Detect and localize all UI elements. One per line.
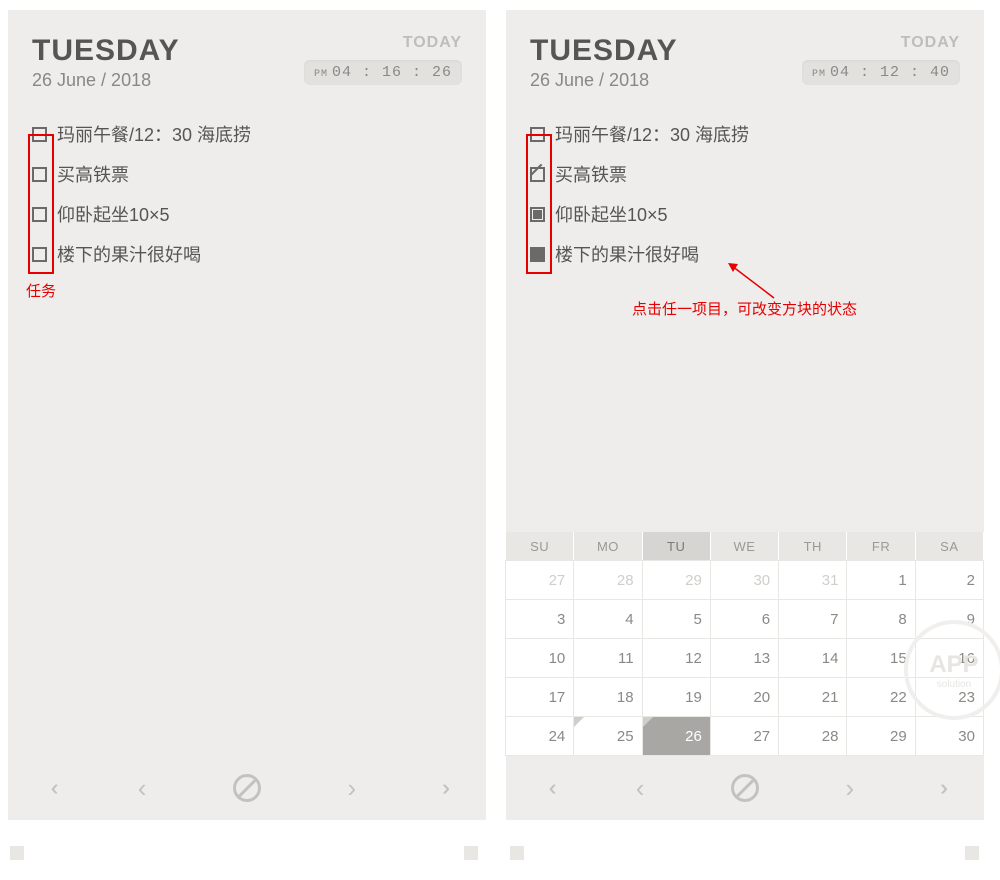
calendar-day[interactable]: 25 <box>573 716 642 756</box>
annotation-label: 任务 <box>26 280 56 301</box>
watermark-text: APP <box>929 651 978 679</box>
calendar-weekday: MO <box>574 532 642 561</box>
annotation-box <box>526 134 552 274</box>
nav-next-icon[interactable]: › <box>846 773 855 804</box>
header: TUESDAY 26 June / 2018 TODAY PM 04 : 16 … <box>8 10 486 99</box>
calendar-day[interactable]: 20 <box>710 677 779 717</box>
task-row[interactable]: 玛丽午餐/12：30 海底捞 <box>32 121 462 147</box>
calendar-day[interactable]: 3 <box>505 599 574 639</box>
calendar-day[interactable]: 6 <box>710 599 779 639</box>
watermark: APP solution <box>904 620 1000 720</box>
task-row[interactable]: 仰卧起坐10×5 <box>32 201 462 227</box>
annotation-box <box>28 134 54 274</box>
nav-prev-icon[interactable]: ‹ <box>636 773 645 804</box>
task-row[interactable]: 买高铁票 <box>32 161 462 187</box>
clock: PM 04 : 16 : 26 <box>304 60 462 85</box>
calendar-day[interactable]: 1 <box>846 560 915 600</box>
decorative-dot <box>510 846 524 860</box>
task-text: 楼下的果汁很好喝 <box>555 241 699 267</box>
annotation-label: 点击任一项目，可改变方块的状态 <box>632 298 857 319</box>
calendar-day[interactable]: 24 <box>505 716 574 756</box>
task-row[interactable]: 仰卧起坐10×5 <box>530 201 960 227</box>
calendar-day[interactable]: 26 <box>642 716 711 756</box>
calendar-day[interactable]: 7 <box>778 599 847 639</box>
decorative-dot <box>965 846 979 860</box>
calendar-day[interactable]: 27 <box>505 560 574 600</box>
calendar-weekday: SA <box>916 532 984 561</box>
calendar-day[interactable]: 28 <box>778 716 847 756</box>
calendar-day[interactable]: 30 <box>915 716 984 756</box>
calendar-day[interactable]: 11 <box>573 638 642 678</box>
calendar-day[interactable]: 2 <box>915 560 984 600</box>
calendar-day[interactable]: 14 <box>778 638 847 678</box>
task-text: 买高铁票 <box>555 161 627 187</box>
screen-right: TUESDAY 26 June / 2018 TODAY PM 04 : 12 … <box>506 10 984 820</box>
calendar-day[interactable]: 12 <box>642 638 711 678</box>
clock: PM 04 : 12 : 40 <box>802 60 960 85</box>
screen-left: TUESDAY 26 June / 2018 TODAY PM 04 : 16 … <box>8 10 486 820</box>
calendar-day[interactable]: 28 <box>573 560 642 600</box>
nav-home-icon[interactable] <box>233 774 261 802</box>
calendar-day[interactable]: 5 <box>642 599 711 639</box>
calendar-day[interactable]: 19 <box>642 677 711 717</box>
task-text: 仰卧起坐10×5 <box>555 201 668 227</box>
calendar-day[interactable]: 13 <box>710 638 779 678</box>
bottom-navbar: ‹‹ ‹ › ›› <box>506 756 984 820</box>
clock-ampm: PM <box>812 69 826 80</box>
task-row[interactable]: 买高铁票 <box>530 161 960 187</box>
calendar-day[interactable]: 8 <box>846 599 915 639</box>
nav-prev-icon[interactable]: ‹ <box>138 773 147 804</box>
day-name: TUESDAY <box>530 34 678 68</box>
calendar-day[interactable]: 31 <box>778 560 847 600</box>
task-text: 买高铁票 <box>57 161 129 187</box>
calendar-weekday: TH <box>779 532 847 561</box>
task-text: 玛丽午餐/12：30 海底捞 <box>57 121 251 147</box>
calendar-day[interactable]: 21 <box>778 677 847 717</box>
calendar-day[interactable]: 30 <box>710 560 779 600</box>
calendar-day-marker-icon <box>643 717 653 727</box>
nav-next-icon[interactable]: › <box>348 773 357 804</box>
calendar-day[interactable]: 10 <box>505 638 574 678</box>
decorative-dot <box>10 846 24 860</box>
task-text: 楼下的果汁很好喝 <box>57 241 201 267</box>
task-list: 玛丽午餐/12：30 海底捞买高铁票仰卧起坐10×5 楼下的果汁很好喝 <box>8 99 486 281</box>
calendar-weekday: FR <box>847 532 915 561</box>
calendar-day[interactable]: 29 <box>642 560 711 600</box>
calendar-weekday: WE <box>711 532 779 561</box>
day-date: 26 June / 2018 <box>32 70 180 91</box>
day-date: 26 June / 2018 <box>530 70 678 91</box>
calendar-day[interactable]: 27 <box>710 716 779 756</box>
calendar-weekday: TU <box>643 532 711 561</box>
task-text: 玛丽午餐/12：30 海底捞 <box>555 121 749 147</box>
calendar-day[interactable]: 18 <box>573 677 642 717</box>
calendar-day[interactable]: 4 <box>573 599 642 639</box>
header: TUESDAY 26 June / 2018 TODAY PM 04 : 12 … <box>506 10 984 99</box>
task-list: 玛丽午餐/12：30 海底捞买高铁票仰卧起坐10×5 楼下的果汁很好喝 <box>506 99 984 281</box>
nav-home-icon[interactable] <box>731 774 759 802</box>
clock-time: 04 : 16 : 26 <box>332 64 452 81</box>
bottom-navbar: ‹‹ ‹ › ›› <box>8 756 486 820</box>
calendar-day-marker-icon <box>574 717 584 727</box>
task-row[interactable]: 玛丽午餐/12：30 海底捞 <box>530 121 960 147</box>
today-label: TODAY <box>802 34 960 52</box>
calendar-day[interactable]: 17 <box>505 677 574 717</box>
decorative-dot <box>464 846 478 860</box>
clock-ampm: PM <box>314 69 328 80</box>
annotation-arrow-icon <box>726 260 776 300</box>
task-row[interactable]: 楼下的果汁很好喝 <box>32 241 462 267</box>
watermark-subtext: solution <box>937 679 971 690</box>
day-name: TUESDAY <box>32 34 180 68</box>
task-text: 仰卧起坐10×5 <box>57 201 170 227</box>
today-label: TODAY <box>304 34 462 52</box>
calendar-weekday: SU <box>506 532 574 561</box>
clock-time: 04 : 12 : 40 <box>830 64 950 81</box>
calendar-day[interactable]: 29 <box>846 716 915 756</box>
